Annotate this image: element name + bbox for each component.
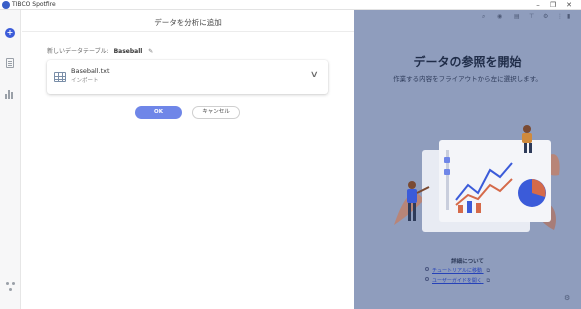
left-rail: + (0, 10, 21, 309)
add-data-dialog: データを分析に追加 新しいデータテーブル: Baseball ✎ Basebal… (22, 10, 354, 309)
pane-heading: データの参照を開始 (413, 55, 522, 69)
external-link-icon: ⧉ (486, 278, 491, 284)
collaboration-icon[interactable] (6, 282, 15, 291)
bullet-icon (425, 277, 429, 281)
new-table-caption: 新しいデータテーブル: (47, 48, 109, 55)
learn-more-title: 詳細について (451, 259, 484, 265)
search-icon[interactable]: ⌕ (482, 13, 485, 21)
file-name: Baseball.txt (71, 67, 110, 75)
analytics-illustration (394, 125, 560, 232)
add-data-button[interactable]: + (5, 28, 15, 38)
title-bar: TIBCO Spotfire – ❐ ✕ (0, 0, 581, 10)
tutorial-link-label[interactable]: チュートリアルに移動 (432, 268, 482, 274)
bullet-icon (425, 267, 429, 271)
bookmark-icon[interactable]: ◉ (497, 13, 502, 20)
user-guide-link-label[interactable]: ユーザーガイドを開く (432, 278, 482, 284)
divider (22, 31, 354, 32)
tutorial-link[interactable]: チュートリアルに移動 ⧉ (425, 267, 491, 274)
gear-icon[interactable]: ⚙ (564, 294, 570, 302)
data-panel-icon[interactable] (6, 58, 14, 68)
panel-icon[interactable]: ▮ (567, 13, 570, 20)
user-guide-link[interactable]: ユーザーガイドを開く ⧉ (425, 277, 491, 284)
import-type: インポート (71, 78, 99, 84)
minimize-button[interactable]: – (531, 0, 545, 10)
close-button[interactable]: ✕ (562, 0, 576, 10)
page-icon[interactable]: ▤ (514, 13, 520, 20)
dialog-title: データを分析に追加 (154, 18, 222, 27)
maximize-button[interactable]: ❐ (546, 0, 560, 10)
ok-button[interactable]: OK (135, 106, 182, 119)
cancel-button[interactable]: キャンセル (192, 106, 240, 119)
table-name: Baseball (113, 48, 143, 55)
spotfire-logo-icon (2, 1, 10, 9)
spotfire-window: TIBCO Spotfire – ❐ ✕ + データを分析に追加 新しいデータテ… (0, 0, 581, 309)
table-icon (54, 72, 66, 82)
new-table-label: 新しいデータテーブル: Baseball ✎ (47, 46, 153, 55)
settings-icon[interactable]: ⚙ (543, 13, 548, 20)
chevron-down-icon[interactable]: ∨ (310, 70, 319, 80)
filter-icon[interactable]: ⊤ (529, 13, 534, 20)
visualization-icon[interactable] (5, 90, 15, 99)
pane-subtitle: 作業する内容をフライアウトから左に選択します。 (393, 75, 542, 83)
data-source-card[interactable]: Baseball.txt インポート ∨ (47, 60, 328, 94)
edit-icon[interactable]: ✎ (148, 48, 153, 55)
more-icon[interactable]: ⋮ (557, 13, 563, 20)
window-title: TIBCO Spotfire (12, 1, 56, 8)
start-browsing-pane: ⌕ ◉ ▤ ⊤ ⚙ ⋮ ▮ データの参照を開始 作業する内容をフライアウトから左… (354, 10, 581, 309)
external-link-icon: ⧉ (486, 268, 491, 274)
